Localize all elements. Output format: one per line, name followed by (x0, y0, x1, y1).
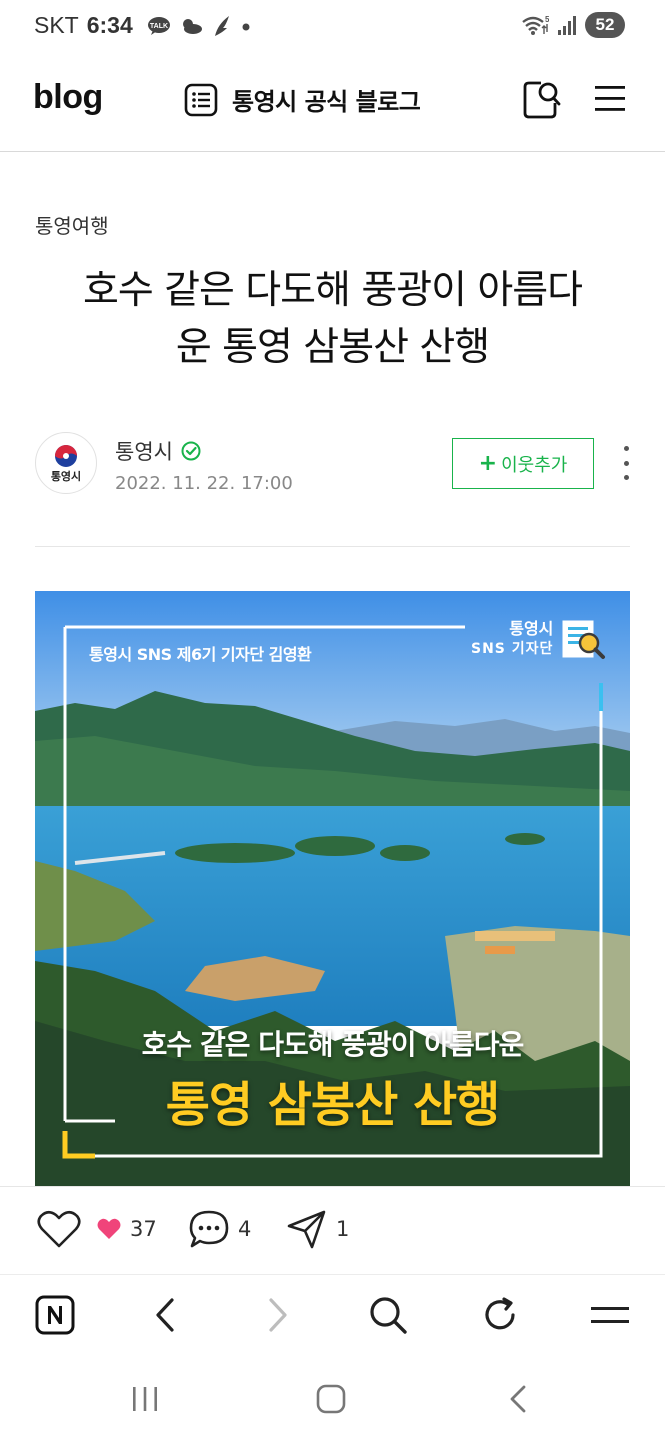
notification-icons: TALK (147, 14, 251, 38)
menu-button[interactable] (594, 84, 626, 118)
search-button[interactable] (521, 79, 561, 125)
weather-icon (182, 18, 202, 34)
hero-reporter-credit: 통영시 SNS 제6기 기자단 김영환 (89, 645, 312, 664)
blog-title: 통영시 공식 블로그 (232, 88, 421, 116)
refresh-icon (485, 1297, 515, 1330)
reporters-badge: 통영시 SNS 기자단 (471, 615, 607, 663)
comment-icon (189, 1210, 229, 1248)
author-name-row[interactable]: 통영시 (115, 436, 201, 466)
add-neighbor-label: 이웃추가 (501, 454, 568, 476)
comment-reaction[interactable]: 4 (188, 1209, 251, 1249)
system-navigation-bar (0, 1354, 665, 1440)
post-date: 2022. 11. 22. 17:00 (115, 473, 293, 494)
magnifier-document-icon (562, 620, 606, 659)
heart-outline-icon (37, 1210, 81, 1248)
add-neighbor-button[interactable]: + 이웃추가 (452, 438, 594, 489)
refresh-button[interactable] (480, 1295, 520, 1339)
verified-icon (181, 441, 201, 461)
author-name: 통영시 (115, 440, 173, 464)
svg-text:5: 5 (545, 15, 549, 24)
recent-apps-icon (133, 1387, 157, 1411)
more-dot-icon (623, 460, 629, 466)
list-icon (184, 83, 218, 116)
hero-headline: 통영 삼봉산 산행 (165, 1077, 501, 1133)
bird-icon (214, 15, 229, 36)
blog-header: blog 통영시 공식 블로그 (0, 52, 665, 152)
like-reaction[interactable]: 37 (36, 1209, 157, 1249)
signal-icon (558, 16, 576, 35)
back-button[interactable] (152, 1295, 178, 1339)
post-title-line1: 호수 같은 다도해 풍광이 아름다 (82, 268, 583, 313)
naver-n-icon (35, 1295, 75, 1335)
clock: 6:34 (86, 12, 133, 38)
naver-home-button[interactable] (35, 1295, 75, 1339)
badge-text: 통영시 SNS 기자단 (471, 619, 553, 659)
reaction-bar: 37 4 1 (0, 1186, 665, 1274)
wifi-icon: 5 (522, 15, 549, 35)
forward-button[interactable] (265, 1295, 291, 1339)
menu-icon (595, 86, 625, 111)
share-reaction[interactable]: 1 (286, 1209, 349, 1249)
back-icon (510, 1385, 526, 1413)
status-bar: SKT 6:34 TALK 5 52 (0, 0, 665, 52)
city-emblem-icon (55, 444, 77, 467)
divider (35, 546, 630, 547)
more-dot-icon (623, 475, 629, 480)
toolbar-menu-button[interactable] (590, 1295, 630, 1339)
status-left: SKT 6:34 TALK (34, 12, 251, 39)
share-send-icon (287, 1210, 326, 1249)
home-icon (316, 1384, 346, 1414)
chevron-right-icon (269, 1298, 287, 1332)
share-count: 1 (336, 1217, 350, 1241)
post-title-line2: 운 통영 삼봉산 산행 (175, 325, 490, 370)
recent-apps-button[interactable] (130, 1384, 160, 1418)
hero-image[interactable]: 통영시 SNS 제6기 기자단 김영환 통영시 SNS 기자단 호수 같은 다도… (35, 591, 630, 1186)
like-count: 37 (130, 1217, 157, 1241)
menu-icon (591, 1307, 629, 1323)
more-dot-icon (623, 446, 629, 451)
hero-subtitle: 호수 같은 다도해 풍광이 아름다운 (141, 1028, 525, 1061)
carrier-label: SKT (34, 12, 79, 38)
heart-filled-icon (97, 1218, 121, 1239)
post-category[interactable]: 통영여행 (35, 210, 109, 239)
search-icon (523, 81, 561, 119)
author-avatar[interactable]: 통영시 (35, 432, 97, 494)
comment-count: 4 (238, 1217, 252, 1241)
plus-icon: + (478, 451, 498, 476)
search-icon (370, 1297, 407, 1334)
status-right: 5 52 (521, 12, 625, 38)
system-back-button[interactable] (506, 1384, 530, 1418)
more-options-button[interactable] (616, 446, 636, 480)
chevron-left-icon (156, 1298, 174, 1332)
blog-logo[interactable]: blog (33, 78, 103, 117)
badge-line2: SNS 기자단 (471, 641, 554, 657)
battery-indicator: 52 (585, 12, 625, 38)
talk-icon: TALK (147, 16, 170, 35)
toolbar-search-button[interactable] (368, 1295, 408, 1339)
blog-title-link[interactable]: 통영시 공식 블로그 (184, 82, 421, 117)
badge-line1: 통영시 (509, 619, 554, 638)
browser-toolbar (0, 1274, 665, 1354)
avatar-label: 통영시 (50, 469, 82, 483)
dot-icon (242, 23, 250, 30)
post-title: 호수 같은 다도해 풍광이 아름다 운 통영 삼봉산 산행 (30, 262, 635, 376)
svg-text:TALK: TALK (150, 23, 168, 30)
home-button[interactable] (316, 1384, 346, 1418)
